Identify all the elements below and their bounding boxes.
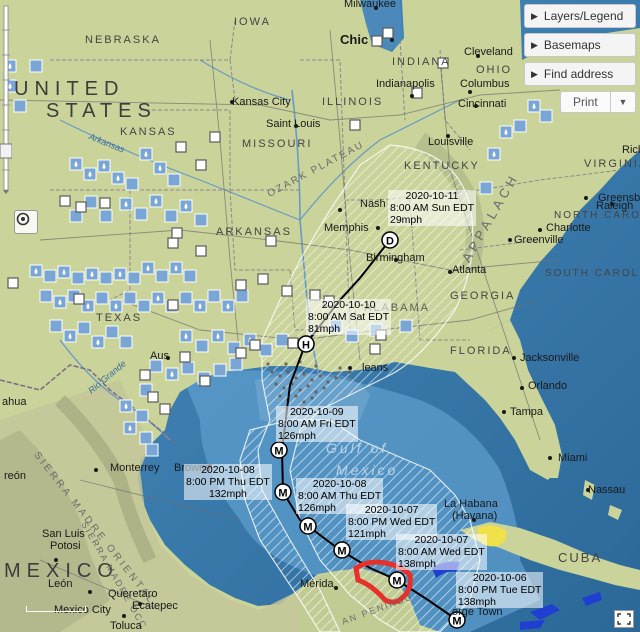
svg-text:H: H	[302, 340, 310, 352]
forecast-date: 2020-10-08	[312, 478, 367, 490]
chevron-right-icon: ▶	[531, 68, 538, 79]
forecast-date: 2020-10-07	[364, 504, 419, 516]
track-marker-m-4[interactable]: M	[333, 541, 351, 559]
forecast-date: 2020-10-06	[472, 572, 527, 584]
forecast-label-1[interactable]: 2020-10-11 8:00 AM Sun EDT 29mph	[388, 190, 477, 226]
track-marker-d[interactable]: D	[381, 231, 399, 249]
layers-legend-label: Layers/Legend	[543, 9, 624, 23]
forecast-date: 2020-10-09	[289, 406, 344, 418]
forecast-time: 8:00 AM Sun EDT	[390, 202, 475, 214]
fullscreen-button[interactable]	[614, 610, 634, 628]
hurricane-map[interactable]: D H M M M M M M NEBRASKA IOWA KANSAS MIS…	[0, 0, 640, 632]
forecast-wind: 138mph	[398, 558, 436, 570]
print-button[interactable]: Print ▼	[560, 91, 636, 113]
svg-text:M: M	[337, 546, 346, 558]
chevron-right-icon: ▶	[531, 10, 538, 21]
forecast-label-7[interactable]: 2020-10-07 8:00 AM Wed EDT 138mph	[396, 534, 487, 570]
fullscreen-icon	[617, 613, 631, 625]
forecast-time: 8:00 AM Wed EDT	[398, 546, 485, 558]
track-marker-m-1[interactable]: M	[270, 441, 288, 459]
print-dropdown[interactable]: ▼	[610, 92, 635, 112]
forecast-date: 2020-10-08	[201, 464, 255, 476]
scale-bar	[26, 606, 86, 612]
forecast-wind: 138mph	[458, 596, 496, 608]
svg-text:D: D	[386, 236, 394, 248]
locate-icon	[16, 212, 30, 226]
forecast-wind: 132mph	[208, 488, 247, 500]
svg-text:M: M	[303, 522, 312, 534]
forecast-time: 8:00 AM Fri EDT	[278, 418, 356, 430]
chevron-right-icon: ▶	[531, 39, 538, 50]
track-marker-m-2[interactable]: M	[274, 483, 292, 501]
track-marker-h[interactable]: H	[297, 335, 315, 353]
basemaps-button[interactable]: ▶ Basemaps	[524, 33, 636, 57]
track-marker-m-6[interactable]: M	[448, 611, 466, 629]
zoom-slider[interactable]	[0, 0, 12, 196]
forecast-time: 8:00 AM Sat EDT	[308, 311, 390, 323]
svg-text:M: M	[392, 576, 401, 588]
track-marker-m-3[interactable]: M	[299, 517, 317, 535]
find-address-label: Find address	[543, 67, 614, 81]
forecast-date: 2020-10-07	[414, 534, 469, 546]
forecast-label-4[interactable]: 2020-10-08 8:00 PM Thu EDT 132mph	[184, 464, 272, 500]
svg-text:M: M	[274, 446, 283, 458]
forecast-time: 8:00 PM Thu EDT	[186, 476, 270, 488]
forecast-wind: 126mph	[278, 430, 316, 442]
svg-text:M: M	[452, 616, 461, 628]
zoom-out-arrow-icon[interactable]	[3, 190, 9, 194]
forecast-label-3[interactable]: 2020-10-09 8:00 AM Fri EDT 126mph	[276, 406, 358, 442]
locate-button[interactable]	[14, 210, 38, 234]
forecast-time: 8:00 PM Tue EDT	[458, 584, 542, 596]
forecast-time: 8:00 PM Wed EDT	[348, 516, 436, 528]
forecast-date: 2020-10-10	[321, 299, 376, 311]
forecast-wind: 29mph	[390, 214, 423, 226]
forecast-date: 2020-10-11	[405, 190, 459, 202]
chevron-down-icon: ▼	[618, 97, 628, 107]
find-address-button[interactable]: ▶ Find address	[524, 62, 636, 86]
forecast-label-8[interactable]: 2020-10-06 8:00 PM Tue EDT 138mph	[456, 572, 544, 608]
zoom-slider-handle[interactable]	[0, 143, 12, 159]
forecast-wind: 81mph	[308, 323, 341, 335]
forecast-label-2[interactable]: 2020-10-10 8:00 AM Sat EDT 81mph	[306, 299, 392, 335]
layers-legend-button[interactable]: ▶ Layers/Legend	[524, 4, 636, 28]
track-marker-m-5[interactable]: M	[388, 571, 406, 589]
print-label: Print	[573, 95, 598, 109]
svg-text:M: M	[278, 488, 287, 500]
basemaps-label: Basemaps	[543, 38, 601, 52]
forecast-time: 8:00 AM Thu EDT	[298, 490, 382, 502]
